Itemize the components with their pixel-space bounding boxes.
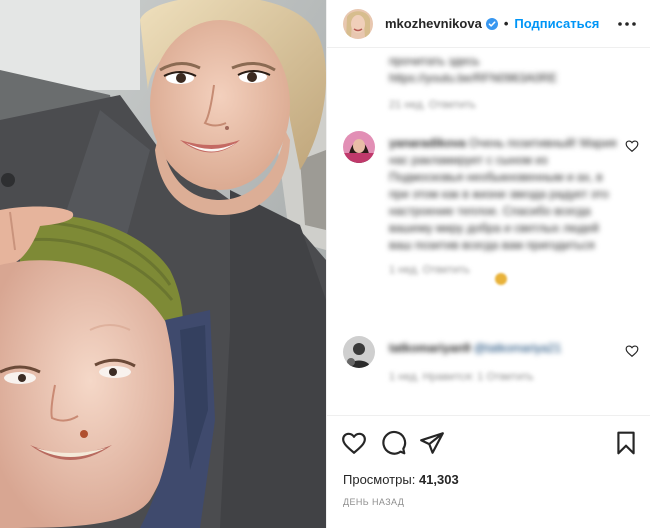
comment-icon[interactable] <box>381 430 407 456</box>
post-side-panel: mkozhevnikova • Подписаться прочитать зд… <box>326 0 650 528</box>
post-media-photo[interactable] <box>0 0 326 528</box>
comment-mention[interactable]: @tatkomariya21 <box>474 341 562 355</box>
comments-list[interactable]: прочитать здесь https://youtu.be/RFN0963… <box>327 49 650 415</box>
views-number: 41,303 <box>418 472 459 487</box>
follow-button[interactable]: Подписаться <box>514 16 599 31</box>
author-username[interactable]: mkozhevnikova <box>385 16 482 31</box>
comment-body: yanaradikova Очень позитивный! Мария нас… <box>389 135 617 254</box>
comment-username[interactable]: tatkomariyan9 <box>389 341 470 355</box>
post-date[interactable]: ДЕНЬ НАЗАД <box>343 497 404 507</box>
post-actions-bar: Просмотры: 41,303 ДЕНЬ НАЗАД <box>327 415 650 528</box>
like-comment-heart-icon[interactable] <box>625 344 639 358</box>
paper-plane-icon[interactable] <box>419 430 445 456</box>
views-label: Просмотры: <box>343 472 416 487</box>
comment-meta: 1 нед. Нравится: 1 Ответить <box>389 371 534 383</box>
author-avatar[interactable] <box>343 8 373 39</box>
comment-body: tatkomariyan9 @tatkomariya21 <box>389 340 617 357</box>
like-comment-heart-icon[interactable] <box>625 139 639 153</box>
commenter-avatar[interactable] <box>343 131 375 163</box>
comment-item: tatkomariyan9 @tatkomariya21 1 нед. Нрав… <box>389 340 617 383</box>
emoji-icon <box>495 273 507 285</box>
comment-text: прочитать здесь https://youtu.be/RFN0963… <box>389 54 558 85</box>
commenter-avatar[interactable] <box>343 336 375 368</box>
bookmark-icon[interactable] <box>613 430 639 456</box>
more-options-icon[interactable] <box>617 14 637 34</box>
comment-username[interactable]: yanaradikova <box>389 136 466 150</box>
comment-item: прочитать здесь https://youtu.be/RFN0963… <box>389 53 609 111</box>
views-count: Просмотры: 41,303 <box>343 472 459 487</box>
comment-text: Очень позитивный! Мария нас ракламирует … <box>389 136 617 252</box>
header-separator: • <box>503 16 509 31</box>
post-header: mkozhevnikova • Подписаться <box>327 0 650 48</box>
comment-item: yanaradikova Очень позитивный! Мария нас… <box>389 135 617 276</box>
verified-badge-icon <box>485 17 498 30</box>
heart-icon[interactable] <box>341 430 367 456</box>
comment-meta: 21 нед. Ответить <box>389 99 476 111</box>
